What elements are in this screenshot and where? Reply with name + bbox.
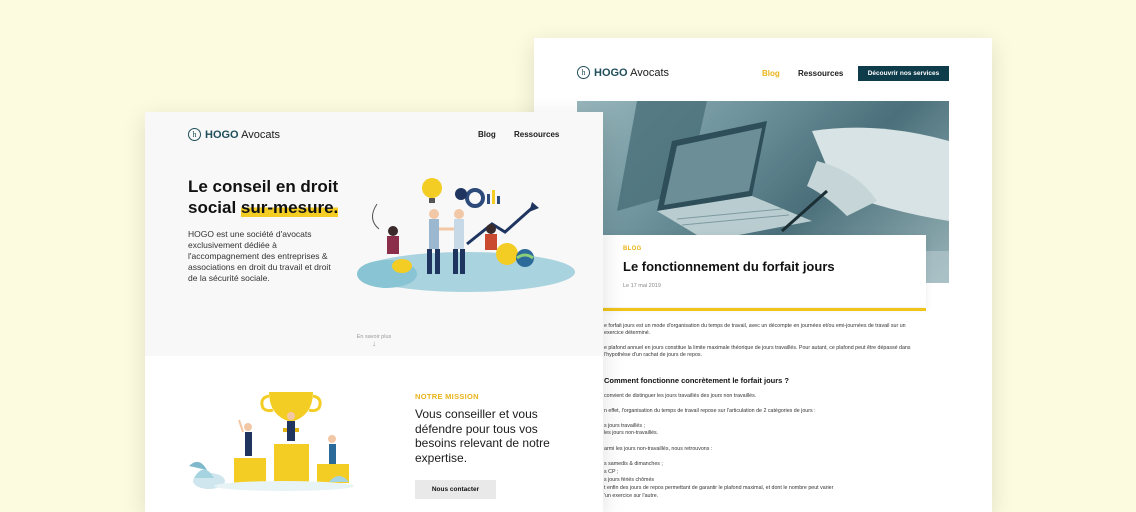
- article-header-card: BLOG Le fonctionnement du forfait jours …: [600, 235, 926, 311]
- contact-button[interactable]: Nous contacter: [415, 480, 496, 499]
- article-paragraph: e plafond annuel en jours constitue la l…: [604, 345, 911, 358]
- logo-h-icon: h: [577, 66, 590, 79]
- hero-title: Le conseil en droit social sur-mesure.: [188, 176, 378, 218]
- scroll-hint[interactable]: En savoir plus ↓: [145, 334, 603, 348]
- home-page-mockup: h HOGO Avocats Blog Ressources Le consei…: [145, 112, 603, 512]
- nav-resources-link[interactable]: Ressources: [798, 69, 843, 78]
- mission-kicker: NOTRE MISSION: [415, 392, 479, 401]
- hero-title-highlight: sur-mesure.: [240, 198, 339, 217]
- logo-brand: HOGO: [594, 66, 628, 79]
- nav-blog-link[interactable]: Blog: [762, 69, 780, 78]
- list-item: s jours travaillés ;: [604, 423, 645, 429]
- list-item: s samedis & dimanches ;: [604, 461, 663, 467]
- article-paragraph: armi les jours non-travaillés, nous retr…: [604, 446, 713, 452]
- logo-h-icon: h: [188, 128, 201, 141]
- hero-section: h HOGO Avocats Blog Ressources Le consei…: [145, 112, 603, 356]
- accent-bar: [600, 308, 926, 311]
- nav-resources-link[interactable]: Ressources: [514, 130, 559, 139]
- article-tag: BLOG: [623, 246, 642, 252]
- logo-suffix: Avocats: [241, 128, 281, 141]
- list-item: les jours non-travaillés.: [604, 430, 659, 436]
- discover-services-button[interactable]: Découvrir nos services: [858, 66, 949, 81]
- list-item: 'un exercice sur l'autre.: [604, 493, 659, 499]
- business-growth-illustration: [357, 178, 575, 292]
- arrow-down-icon: ↓: [372, 339, 376, 348]
- trophy-podium-illustration: [189, 392, 354, 491]
- list-item: s jours fériés chômés: [604, 477, 655, 483]
- article-date: Le 17 mai 2019: [623, 283, 661, 289]
- mission-section: NOTRE MISSION Vous conseiller et vous dé…: [145, 356, 603, 512]
- logo[interactable]: h HOGO Avocats: [188, 128, 280, 141]
- hero-description: HOGO est une société d'avocats exclusive…: [188, 229, 331, 283]
- article-paragraph: e forfait jours est un mode d'organisati…: [604, 323, 906, 336]
- mission-text: Vous conseiller et vous défendre pour to…: [415, 407, 550, 465]
- article-paragraph: convient de distinguer les jours travail…: [604, 393, 757, 399]
- logo-brand: HOGO: [205, 128, 239, 141]
- list-item: s CP ;: [604, 469, 619, 475]
- article-subheading: Comment fonctionne concrètement le forfa…: [604, 376, 790, 385]
- list-item: t enfin des jours de repos permettant de…: [604, 485, 834, 491]
- logo-suffix: Avocats: [630, 66, 670, 79]
- article-paragraph: n effet, l'organisation du temps de trav…: [604, 408, 816, 414]
- article-title: Le fonctionnement du forfait jours: [623, 259, 835, 274]
- nav-blog-link[interactable]: Blog: [478, 130, 496, 139]
- logo[interactable]: h HOGO Avocats: [577, 66, 669, 79]
